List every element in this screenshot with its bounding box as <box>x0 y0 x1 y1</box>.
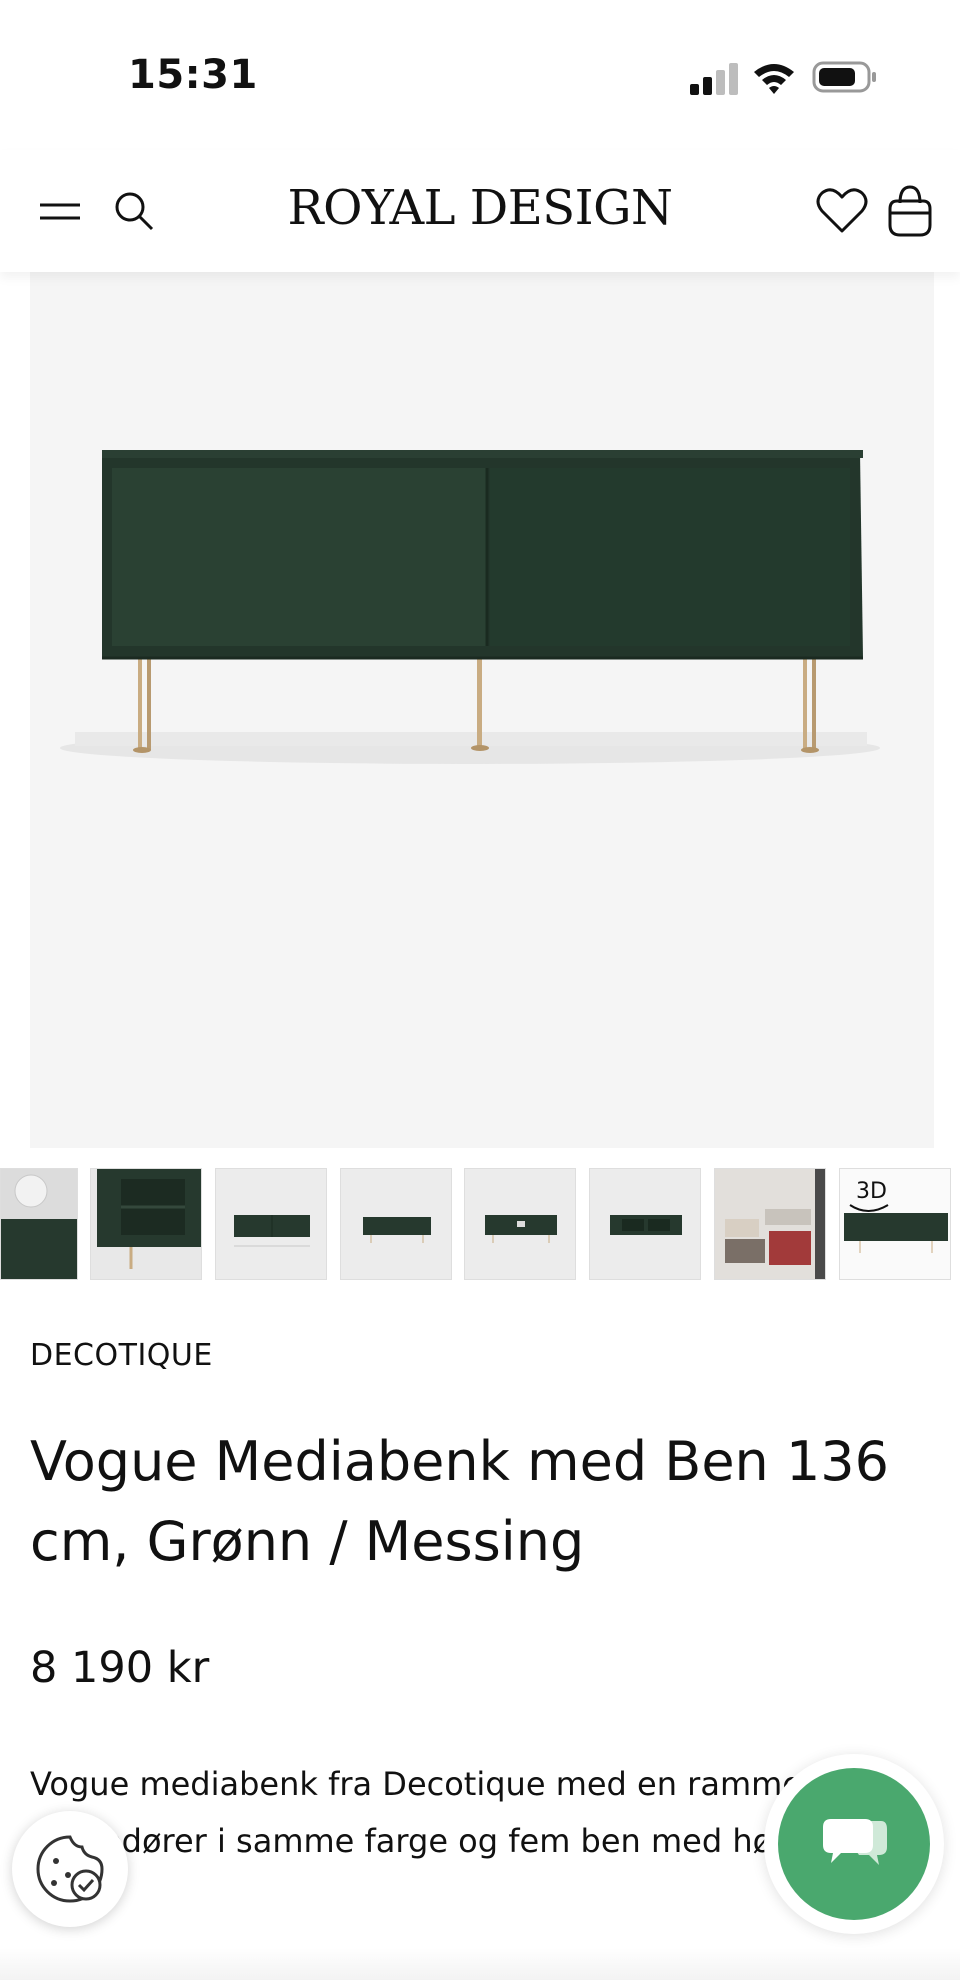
battery-icon <box>812 61 876 93</box>
chat-icon <box>823 1819 887 1865</box>
sideboard-illustration <box>60 450 880 764</box>
status-time: 15:31 <box>128 52 258 98</box>
wifi-icon <box>754 64 794 94</box>
thumbnail-3[interactable] <box>215 1168 327 1280</box>
wishlist-button[interactable] <box>814 183 870 239</box>
site-header: ROYAL DESIGN <box>0 150 960 272</box>
thumbnail-5[interactable] <box>464 1168 576 1280</box>
product-title: Vogue Mediabenk med Ben 136 cm, Grønn / … <box>30 1430 890 1573</box>
signal-icon <box>690 63 738 95</box>
thumbnail-1[interactable] <box>0 1168 78 1280</box>
cookie-settings-button[interactable] <box>12 1811 128 1927</box>
thumbnail-4[interactable] <box>340 1168 452 1280</box>
cookie-icon <box>36 1835 104 1903</box>
badge-3d: 3D <box>856 1179 887 1204</box>
thumbnail-2[interactable] <box>90 1168 202 1280</box>
thumbnail-6[interactable] <box>589 1168 701 1280</box>
thumbnail-3d[interactable]: 3D <box>839 1168 951 1280</box>
chat-button[interactable] <box>764 1754 944 1934</box>
product-main-image[interactable] <box>30 272 934 1148</box>
shopping-bag-icon <box>888 185 932 237</box>
product-price: 8 190 kr <box>30 1643 210 1693</box>
product-brand[interactable]: DECOTIQUE <box>30 1338 213 1373</box>
cart-button[interactable] <box>882 181 938 241</box>
thumbnail-gallery: 3D <box>0 1168 960 1284</box>
heart-icon <box>816 188 868 233</box>
bottom-edge <box>0 1948 960 1980</box>
thumbnail-7[interactable] <box>714 1168 826 1280</box>
status-bar: 15:31 <box>0 0 960 150</box>
